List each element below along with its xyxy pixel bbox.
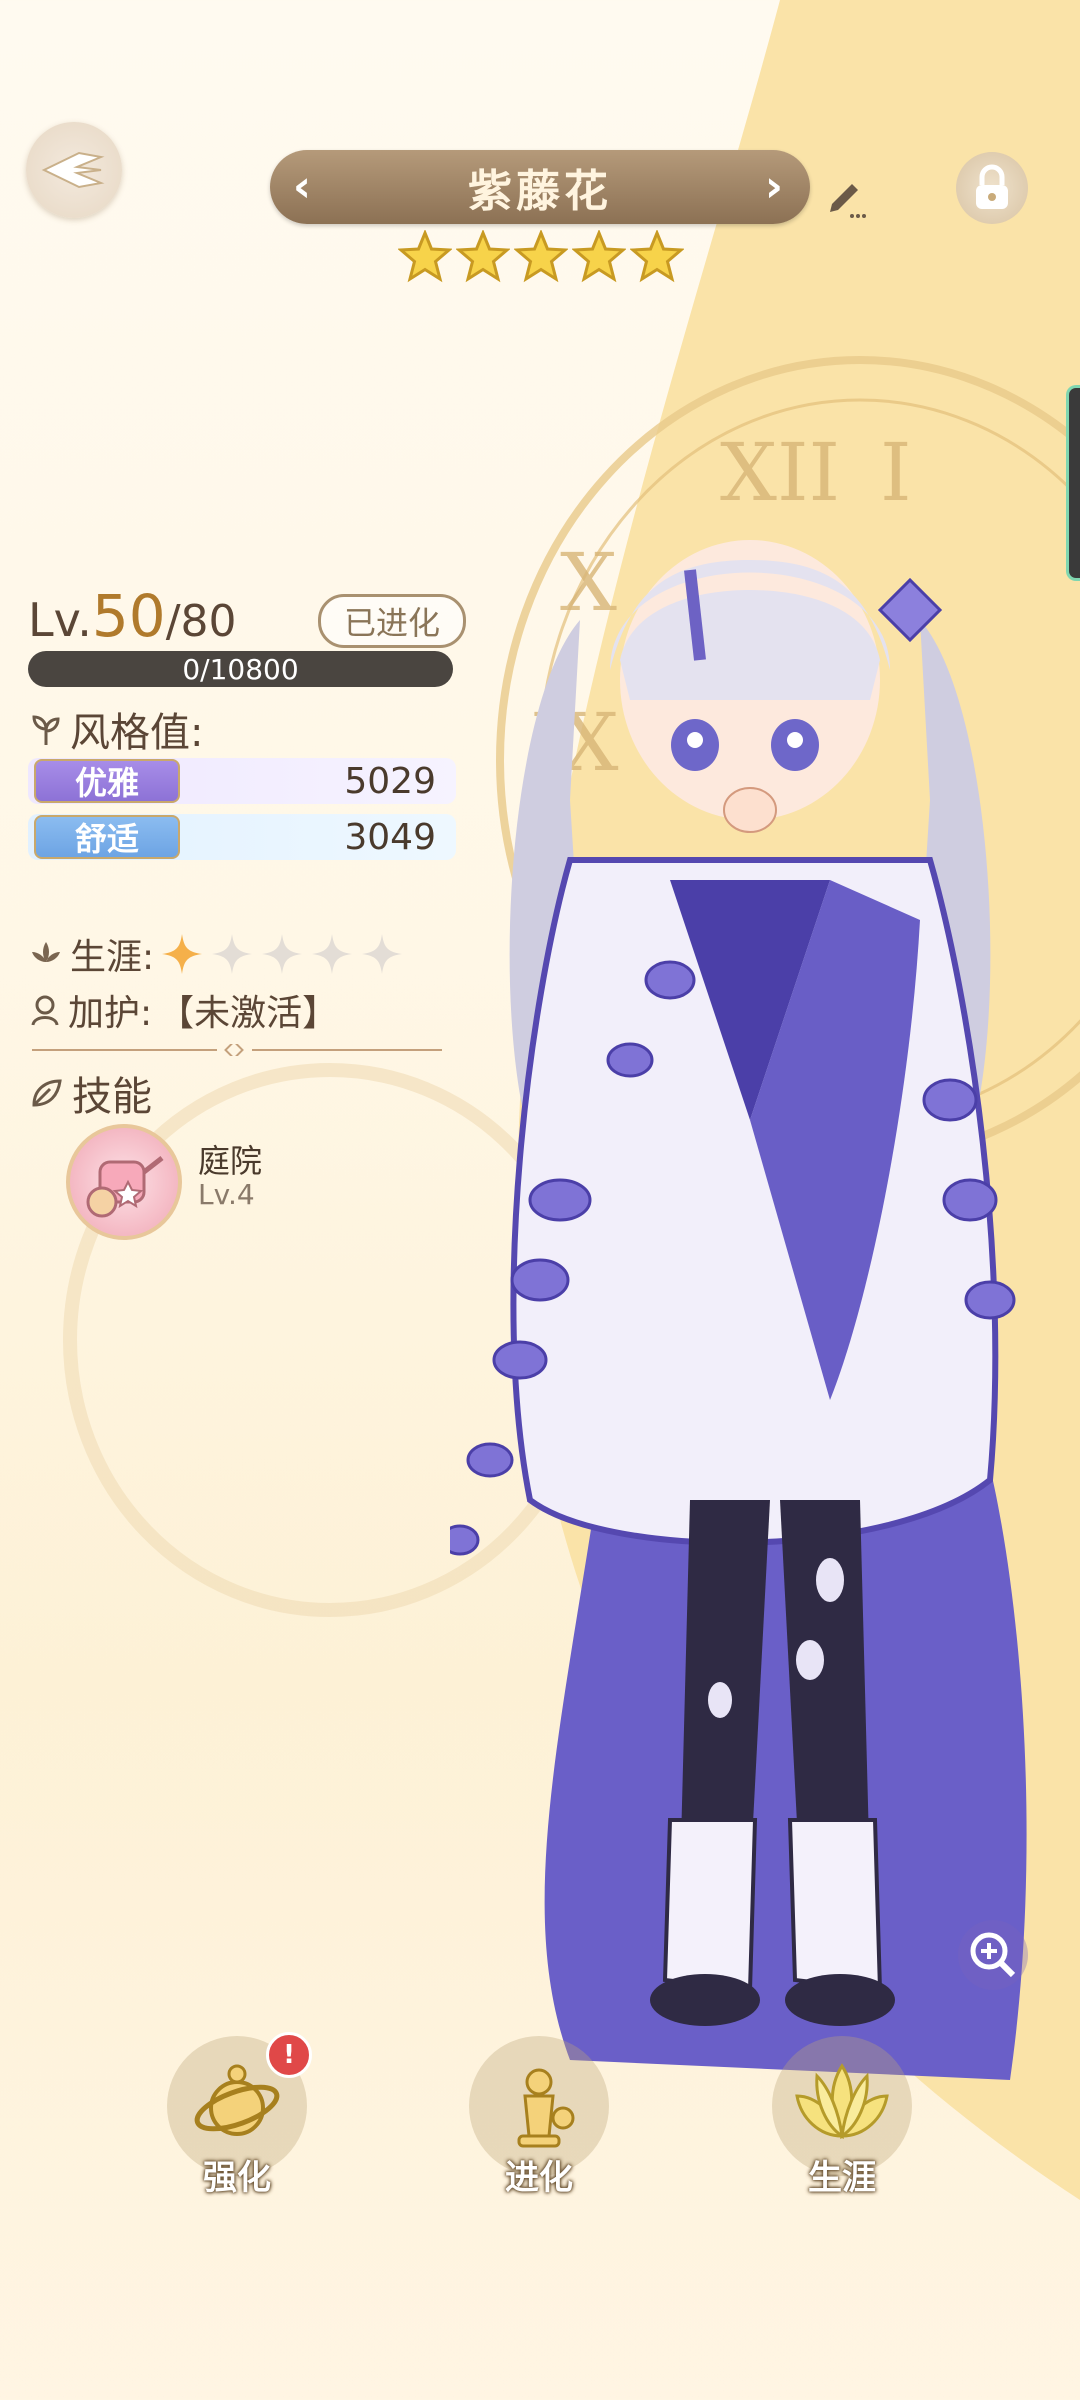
career-progress: [160, 932, 404, 976]
rarity-star-icon: [630, 230, 684, 283]
skill-leaf-icon: [32, 1079, 62, 1107]
evolve-label: 进化: [505, 2158, 573, 2198]
chevron-right-icon: ›: [764, 160, 788, 212]
back-button[interactable]: [26, 122, 122, 218]
career-nav-label: 生涯: [808, 2158, 876, 2198]
watering-can-icon: [86, 1156, 164, 1218]
career-row[interactable]: 生涯:: [28, 928, 404, 980]
strengthen-label: 强化: [203, 2158, 271, 2198]
guard-status: 【未激活】: [158, 993, 339, 1034]
stat-value-comfort: 3049: [344, 816, 436, 858]
guard-row: 加护: 【未激活】: [28, 984, 338, 1036]
stat-row-elegant: 优雅 5029: [28, 758, 456, 804]
guardian-icon: [31, 995, 59, 1026]
rarity-star-icon: [572, 230, 626, 283]
next-character-button[interactable]: ›: [752, 160, 800, 212]
mannequin-icon: [517, 2068, 575, 2148]
character-name: 紫藤花: [468, 166, 612, 217]
zoom-in-icon: [970, 1932, 1016, 1978]
evolved-badge: 已进化: [318, 594, 466, 648]
rarity-stars: [398, 230, 688, 290]
career-star-filled-icon: [162, 934, 203, 974]
edit-pencil-icon[interactable]: [822, 174, 870, 222]
rarity-star-icon: [456, 230, 510, 283]
stat-tag-elegant: 优雅: [34, 759, 180, 803]
career-label: 生涯:: [70, 937, 155, 978]
stat-tag-comfort: 舒适: [34, 815, 180, 859]
stat-value-elegant: 5029: [344, 760, 436, 802]
character-model[interactable]: [450, 500, 1080, 2150]
career-star-empty-icon: [212, 934, 253, 974]
chevron-left-icon: ‹: [292, 160, 316, 212]
lotus-icon: [32, 942, 60, 962]
career-star-empty-icon: [362, 934, 403, 974]
career-star-empty-icon: [312, 934, 353, 974]
experience-bar: 0/10800: [28, 651, 453, 687]
notification-badge: !: [266, 2032, 312, 2078]
rarity-star-icon: [398, 230, 452, 283]
lock-button[interactable]: [956, 152, 1028, 224]
experience-text: 0/10800: [182, 652, 299, 686]
skills-label: 技能: [72, 1074, 152, 1120]
zoom-button[interactable]: [958, 1920, 1028, 1990]
stat-row-comfort: 舒适 3049: [28, 814, 456, 860]
level-max: /80: [165, 596, 237, 647]
level-current: 50: [91, 582, 166, 650]
style-value-heading: 风格值:: [28, 700, 203, 758]
level-display: Lv.50/80: [28, 582, 237, 650]
back-wing-icon: [41, 151, 105, 189]
guard-label: 加护:: [68, 993, 153, 1034]
style-value-label: 风格值:: [70, 710, 204, 756]
skills-heading: 技能: [28, 1064, 152, 1122]
section-divider: [32, 1044, 442, 1056]
previous-character-button[interactable]: ‹: [280, 160, 328, 212]
level-prefix: Lv.: [28, 593, 92, 647]
lock-icon: [976, 164, 1008, 209]
lotus-flower-icon: [795, 2063, 889, 2140]
skill-name: 庭院: [198, 1142, 263, 1180]
sprout-icon: [32, 715, 60, 745]
rarity-star-icon: [514, 230, 568, 283]
character-name-bar: ‹ 紫藤花 ›: [270, 150, 810, 224]
career-star-empty-icon: [262, 934, 303, 974]
skill-courtyard-icon[interactable]: [66, 1124, 182, 1240]
skill-level: Lv.4: [198, 1178, 255, 1211]
